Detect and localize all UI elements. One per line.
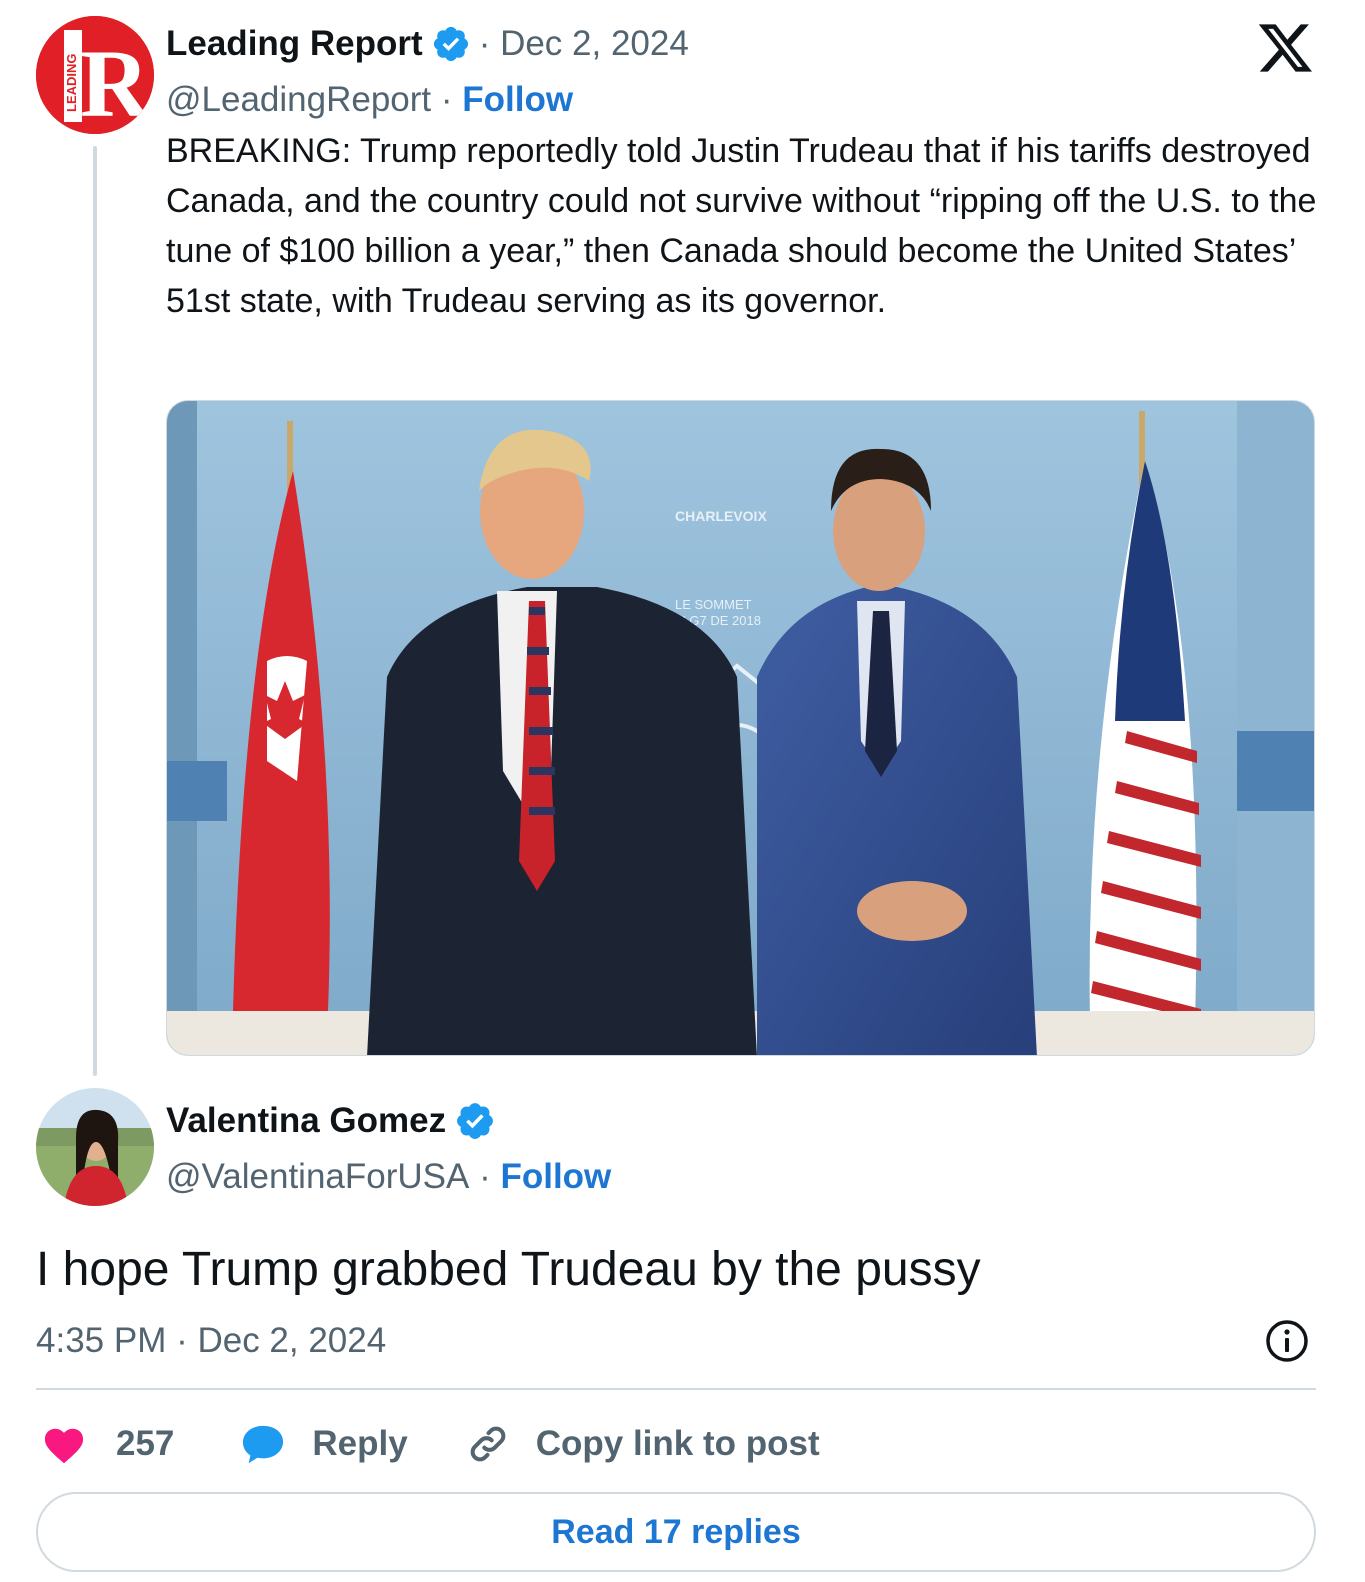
reply-author-row: Valentina Gomez <box>166 1098 496 1144</box>
handle-separator: · <box>469 1157 501 1196</box>
tweet-author-handle[interactable]: @LeadingReport <box>166 80 431 120</box>
speech-bubble-icon <box>243 1425 284 1464</box>
reply-handle-row: @ValentinaForUSA · Follow <box>166 1154 611 1200</box>
reply-author-name[interactable]: Valentina Gomez <box>166 1101 446 1141</box>
tweet-author-row: Leading Report · Dec 2, 2024 <box>166 22 689 66</box>
x-logo-icon[interactable] <box>1257 22 1315 74</box>
handle-separator: · <box>431 80 463 119</box>
read-replies-button[interactable]: Read 17 replies <box>36 1492 1316 1572</box>
follow-leading-report-button[interactable]: Follow <box>462 80 573 120</box>
action-bar: 257 Reply Copy link to post <box>36 1414 820 1474</box>
copy-link-label: Copy link to post <box>535 1424 820 1463</box>
tweet-handle-row: @LeadingReport · Follow <box>166 78 573 122</box>
backdrop-text-sommet: LE SOMMET <box>675 597 752 612</box>
verified-badge-icon <box>457 1103 494 1139</box>
leading-report-logo: LEADING R <box>36 16 154 134</box>
svg-text:R: R <box>80 30 151 134</box>
follow-valentina-button[interactable]: Follow <box>500 1157 611 1197</box>
leading-report-avatar[interactable]: LEADING R <box>36 16 154 134</box>
svg-text:LEADING: LEADING <box>64 54 79 113</box>
tweet-text: BREAKING: Trump reportedly told Justin T… <box>166 132 1317 320</box>
trump-trudeau-photo-illustration: CHARLEVOIX LE SOMMET DU G7 DE 2018 <box>167 401 1314 1055</box>
tweet-author-name[interactable]: Leading Report <box>166 24 423 64</box>
reply-author-handle[interactable]: @ValentinaForUSA <box>166 1157 469 1197</box>
tweet-photo[interactable]: CHARLEVOIX LE SOMMET DU G7 DE 2018 <box>166 400 1315 1056</box>
reply-timestamp[interactable]: 4:35 PM · Dec 2, 2024 <box>36 1318 386 1364</box>
like-button[interactable]: 257 <box>36 1424 174 1464</box>
reply-button[interactable]: Reply <box>240 1423 408 1465</box>
verified-badge-icon <box>433 26 468 62</box>
tweet-date[interactable]: · Dec 2, 2024 <box>479 24 689 64</box>
backdrop-text-charlevoix: CHARLEVOIX <box>675 508 767 524</box>
divider <box>36 1388 1316 1390</box>
link-icon <box>470 1426 506 1462</box>
reply-text: I hope Trump grabbed Trudeau by the puss… <box>36 1243 981 1296</box>
info-icon[interactable] <box>1264 1318 1310 1364</box>
valentina-gomez-avatar[interactable] <box>36 1088 154 1206</box>
copy-link-button[interactable]: Copy link to post <box>466 1422 820 1466</box>
thread-line <box>93 146 97 1076</box>
reply-label: Reply <box>312 1424 408 1463</box>
like-count: 257 <box>116 1424 175 1463</box>
heart-icon <box>44 1428 84 1464</box>
